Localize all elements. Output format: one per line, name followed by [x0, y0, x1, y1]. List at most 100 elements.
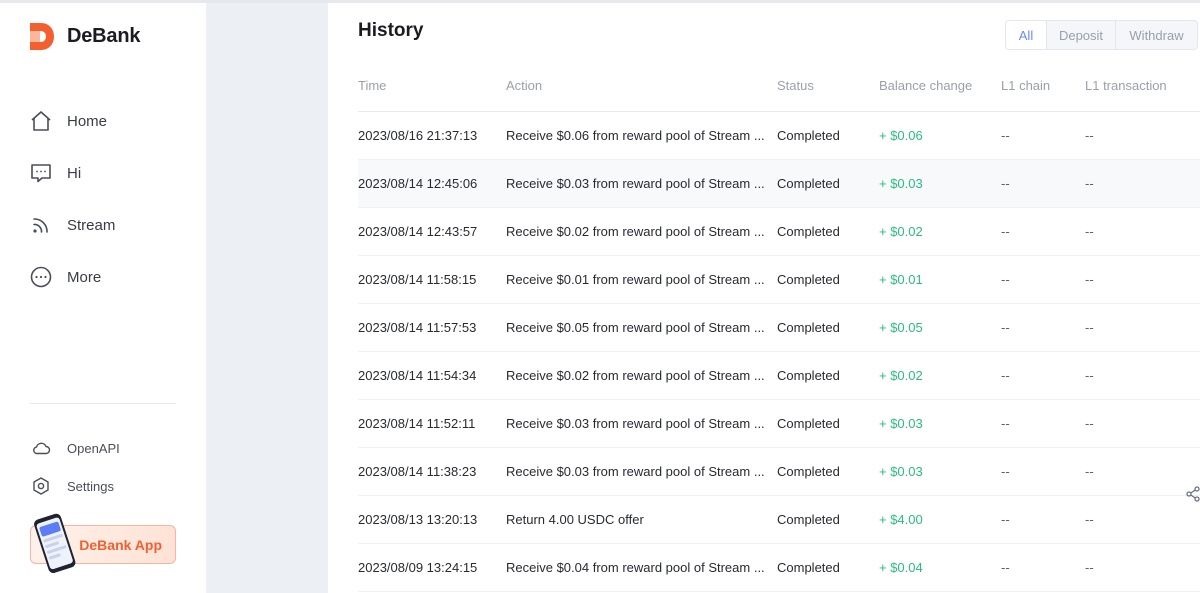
- cell-balance-change: + $0.03: [879, 447, 1001, 496]
- cell-balance-change: + $0.05: [879, 303, 1001, 352]
- column-header-time: Time: [358, 61, 506, 112]
- table-row[interactable]: 2023/08/14 11:54:34 Receive $0.02 from r…: [358, 351, 1200, 400]
- cell-action: Receive $0.02 from reward pool of Stream…: [506, 351, 777, 400]
- cell-l1-chain: --: [1001, 399, 1085, 448]
- cell-time: 2023/08/14 11:52:11: [358, 399, 506, 448]
- cell-time: 2023/08/14 11:38:23: [358, 447, 506, 496]
- cell-action: Receive $0.03 from reward pool of Stream…: [506, 159, 777, 208]
- cell-action: Receive $0.03 from reward pool of Stream…: [506, 399, 777, 448]
- main-nav: Home Hi Stream More: [30, 95, 115, 303]
- cell-balance-change: + $0.01: [879, 255, 1001, 304]
- cell-action: Receive $0.03 from reward pool of Stream…: [506, 447, 777, 496]
- cell-balance-change: + $0.03: [879, 399, 1001, 448]
- nav-item-settings[interactable]: Settings: [30, 467, 120, 505]
- cell-l1-transaction: --: [1085, 447, 1200, 496]
- table-row[interactable]: 2023/08/14 11:57:53 Receive $0.05 from r…: [358, 303, 1200, 352]
- home-icon: [30, 110, 52, 132]
- stream-icon: [30, 214, 52, 236]
- secondary-nav: OpenAPI Settings: [30, 429, 120, 505]
- cell-l1-chain: --: [1001, 207, 1085, 256]
- nav-item-hi[interactable]: Hi: [30, 147, 115, 199]
- tab-deposit[interactable]: Deposit: [1046, 21, 1115, 49]
- cell-l1-chain: --: [1001, 255, 1085, 304]
- cell-action: Receive $0.05 from reward pool of Stream…: [506, 303, 777, 352]
- history-table: Time Action Status Balance change L1 cha…: [358, 61, 1200, 592]
- cell-time: 2023/08/14 11:54:34: [358, 351, 506, 400]
- sidebar: DeBank Home Hi Stream More OpenAPI Setti…: [0, 3, 206, 593]
- cell-balance-change: + $0.06: [879, 111, 1001, 160]
- table-row[interactable]: 2023/08/14 11:58:15 Receive $0.01 from r…: [358, 255, 1200, 304]
- cell-status: Completed: [777, 303, 879, 352]
- nav-item-stream[interactable]: Stream: [30, 199, 115, 251]
- history-filter-tabs: All Deposit Withdraw: [1005, 20, 1198, 50]
- cell-time: 2023/08/14 12:45:06: [358, 159, 506, 208]
- cell-l1-chain: --: [1001, 447, 1085, 496]
- cell-balance-change: + $0.02: [879, 207, 1001, 256]
- table-row[interactable]: 2023/08/14 12:43:57 Receive $0.02 from r…: [358, 207, 1200, 256]
- column-header-l1-chain: L1 chain: [1001, 61, 1085, 112]
- cell-balance-change: + $0.04: [879, 543, 1001, 592]
- cell-action: Return 4.00 USDC offer: [506, 495, 777, 544]
- nav-label-openapi: OpenAPI: [67, 440, 120, 456]
- cell-l1-transaction: --: [1085, 207, 1200, 256]
- app-name: DeBank: [67, 25, 141, 47]
- cell-l1-transaction: --: [1085, 543, 1200, 592]
- cell-action: Receive $0.06 from reward pool of Stream…: [506, 111, 777, 160]
- table-row[interactable]: 2023/08/14 11:52:11 Receive $0.03 from r…: [358, 399, 1200, 448]
- cell-l1-transaction: --: [1085, 351, 1200, 400]
- sidebar-gutter: [206, 3, 328, 593]
- nav-label-hi: Hi: [67, 164, 82, 182]
- cell-status: Completed: [777, 399, 879, 448]
- cell-time: 2023/08/13 13:20:13: [358, 495, 506, 544]
- share-icon[interactable]: [1186, 486, 1200, 502]
- nav-label-stream: Stream: [67, 216, 116, 234]
- cell-action: Receive $0.04 from reward pool of Stream…: [506, 543, 777, 592]
- tab-withdraw[interactable]: Withdraw: [1115, 21, 1197, 49]
- cell-action: Receive $0.01 from reward pool of Stream…: [506, 255, 777, 304]
- cell-status: Completed: [777, 207, 879, 256]
- cell-l1-chain: --: [1001, 351, 1085, 400]
- sidebar-divider: [30, 403, 176, 404]
- cell-time: 2023/08/14 12:43:57: [358, 207, 506, 256]
- cloud-icon: [30, 437, 52, 459]
- nav-item-more[interactable]: More: [30, 251, 115, 303]
- cell-status: Completed: [777, 159, 879, 208]
- cell-status: Completed: [777, 255, 879, 304]
- more-icon: [30, 266, 52, 288]
- page-title: History: [358, 20, 424, 41]
- cell-status: Completed: [777, 351, 879, 400]
- nav-label-settings: Settings: [67, 478, 114, 494]
- table-row[interactable]: 2023/08/16 21:37:13 Receive $0.06 from r…: [358, 111, 1200, 160]
- cell-l1-chain: --: [1001, 495, 1085, 544]
- tab-all[interactable]: All: [1006, 21, 1046, 49]
- cell-l1-chain: --: [1001, 159, 1085, 208]
- app-banner-label: DeBank App: [79, 536, 162, 553]
- nav-item-openapi[interactable]: OpenAPI: [30, 429, 120, 467]
- cell-l1-transaction: --: [1085, 159, 1200, 208]
- table-row[interactable]: 2023/08/09 13:24:15 Receive $0.04 from r…: [358, 543, 1200, 592]
- cell-time: 2023/08/16 21:37:13: [358, 111, 506, 160]
- nav-label-more: More: [67, 268, 102, 286]
- cell-l1-transaction: --: [1085, 255, 1200, 304]
- table-row[interactable]: 2023/08/14 11:38:23 Receive $0.03 from r…: [358, 447, 1200, 496]
- debank-logo-icon: [30, 23, 54, 50]
- cell-status: Completed: [777, 111, 879, 160]
- gear-icon: [30, 475, 52, 497]
- table-header-row: Time Action Status Balance change L1 cha…: [358, 61, 1200, 112]
- table-row[interactable]: 2023/08/13 13:20:13 Return 4.00 USDC off…: [358, 495, 1200, 544]
- history-panel: History All Deposit Withdraw Time Action…: [328, 3, 1200, 593]
- chat-icon: [30, 162, 52, 184]
- cell-l1-transaction: --: [1085, 111, 1200, 160]
- cell-status: Completed: [777, 447, 879, 496]
- nav-item-home[interactable]: Home: [30, 95, 115, 147]
- table-row[interactable]: 2023/08/14 12:45:06 Receive $0.03 from r…: [358, 159, 1200, 208]
- cell-status: Completed: [777, 543, 879, 592]
- cell-time: 2023/08/14 11:58:15: [358, 255, 506, 304]
- cell-l1-transaction: --: [1085, 495, 1200, 544]
- cell-l1-chain: --: [1001, 303, 1085, 352]
- phone-illustration-icon: [34, 513, 76, 574]
- cell-balance-change: + $4.00: [879, 495, 1001, 544]
- logo[interactable]: DeBank: [30, 23, 140, 50]
- cell-l1-chain: --: [1001, 111, 1085, 160]
- cell-l1-chain: --: [1001, 543, 1085, 592]
